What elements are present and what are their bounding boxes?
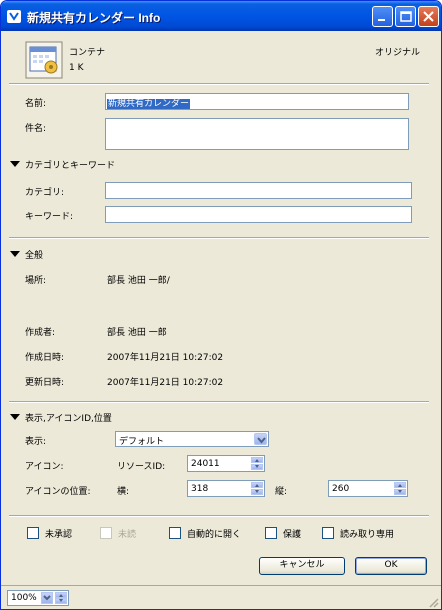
resource-id-stepper[interactable]: 24011: [187, 455, 265, 472]
category-field[interactable]: [105, 182, 412, 199]
close-button[interactable]: [418, 6, 439, 27]
category-label: カテゴリ:: [25, 188, 65, 198]
created-label: 作成日時:: [25, 353, 65, 363]
section-title-display: 表示,アイコンID,位置: [25, 414, 112, 424]
chevron-up-icon: [398, 484, 402, 487]
unread-checkbox: [100, 527, 112, 539]
chevron-up-icon: [255, 459, 259, 462]
horizontal-stepper[interactable]: 318: [187, 480, 265, 497]
increment-button[interactable]: [251, 457, 263, 463]
resource-id-value: 24011: [191, 459, 220, 469]
created-value: 2007年11月21日 10:27:02: [107, 353, 224, 363]
keyword-field[interactable]: [105, 206, 412, 223]
resize-grip-icon[interactable]: [427, 596, 439, 608]
item-kind: コンテナ: [69, 48, 106, 58]
minimize-icon: [378, 19, 385, 21]
protect-label: 保護: [283, 530, 302, 540]
name-label: 名前:: [25, 99, 47, 109]
horizontal-value: 318: [191, 484, 209, 494]
chevron-down-icon: [257, 437, 266, 444]
zoom-out-button[interactable]: [55, 598, 67, 604]
decrement-button[interactable]: [251, 489, 263, 495]
increment-button[interactable]: [251, 482, 263, 488]
name-value: 新規共有カレンダー: [107, 99, 191, 109]
auto-open-label: 自動的に開く: [187, 530, 242, 540]
location-value: 部長 池田 一郎/: [107, 276, 170, 286]
app-icon: [7, 10, 21, 23]
zoom-dropdown-button[interactable]: [41, 592, 53, 604]
ok-button[interactable]: OK: [355, 557, 427, 575]
author-label: 作成者:: [25, 328, 56, 338]
view-label: 表示:: [25, 437, 47, 447]
collapse-triangle-icon[interactable]: [10, 251, 20, 257]
chevron-up-icon: [255, 484, 259, 487]
info-window: 新規共有カレンダー Info コンテナ 1 K オリジナル 名前: 新規共有カレ…: [0, 0, 442, 610]
location-label: 場所:: [25, 276, 47, 286]
maximize-button[interactable]: [395, 6, 416, 27]
subject-field[interactable]: [105, 118, 409, 150]
vertical-stepper[interactable]: 260: [328, 480, 408, 497]
zoom-stepper[interactable]: 100%: [7, 590, 69, 606]
dropdown-button[interactable]: [254, 433, 267, 445]
chevron-down-icon: [59, 599, 63, 602]
title-bar[interactable]: 新規共有カレンダー Info: [1, 1, 441, 31]
unapproved-checkbox[interactable]: [27, 527, 39, 539]
vertical-value: 260: [332, 484, 350, 494]
cancel-button[interactable]: キャンセル: [259, 557, 345, 575]
zoom-value: 100%: [11, 593, 37, 603]
subject-label: 件名:: [25, 124, 47, 134]
divider: [9, 237, 429, 239]
minimize-button[interactable]: [372, 6, 393, 27]
modified-label: 更新日時:: [25, 378, 65, 388]
chevron-down-icon: [255, 465, 259, 468]
close-icon: [423, 11, 434, 22]
decrement-button[interactable]: [251, 464, 263, 470]
collapse-triangle-icon[interactable]: [10, 161, 20, 167]
horizontal-label: 横:: [117, 487, 130, 497]
protect-checkbox[interactable]: [265, 527, 277, 539]
divider: [9, 401, 429, 403]
chevron-down-icon: [398, 490, 402, 493]
icon-position-label: アイコンの位置:: [25, 487, 91, 497]
increment-button[interactable]: [394, 482, 406, 488]
status-bar: 100%: [1, 585, 441, 609]
chevron-down-icon: [255, 490, 259, 493]
chevron-down-icon: [43, 595, 51, 601]
author-value: 部長 池田 一郎: [107, 328, 167, 338]
chevron-up-icon: [59, 594, 63, 597]
unapproved-label: 未承認: [45, 530, 73, 540]
resource-id-label: リソースID:: [117, 462, 166, 472]
section-title-categories: カテゴリとキーワード: [25, 161, 116, 171]
decrement-button[interactable]: [394, 489, 406, 495]
item-size: 1 K: [69, 63, 84, 73]
original-label: オリジナル: [375, 48, 421, 58]
section-title-overview: 全般: [25, 251, 44, 261]
keyword-label: キーワード:: [25, 212, 74, 222]
read-only-label: 読み取り専用: [340, 530, 395, 540]
divider: [9, 515, 429, 517]
window-title: 新規共有カレンダー Info: [27, 11, 161, 25]
vertical-label: 縦:: [275, 487, 288, 497]
calendar-icon: [25, 41, 63, 79]
icon-label: アイコン:: [25, 462, 64, 472]
unread-label: 未読: [118, 530, 137, 540]
read-only-checkbox[interactable]: [322, 527, 334, 539]
collapse-triangle-icon[interactable]: [10, 414, 20, 420]
view-value: デフォルト: [119, 437, 165, 447]
auto-open-checkbox[interactable]: [169, 527, 181, 539]
modified-value: 2007年11月21日 10:27:02: [107, 378, 224, 388]
view-select[interactable]: デフォルト: [115, 431, 269, 447]
divider: [9, 83, 429, 85]
maximize-icon: [400, 11, 412, 22]
zoom-spin-buttons: [55, 592, 67, 604]
name-field[interactable]: 新規共有カレンダー: [105, 93, 409, 110]
